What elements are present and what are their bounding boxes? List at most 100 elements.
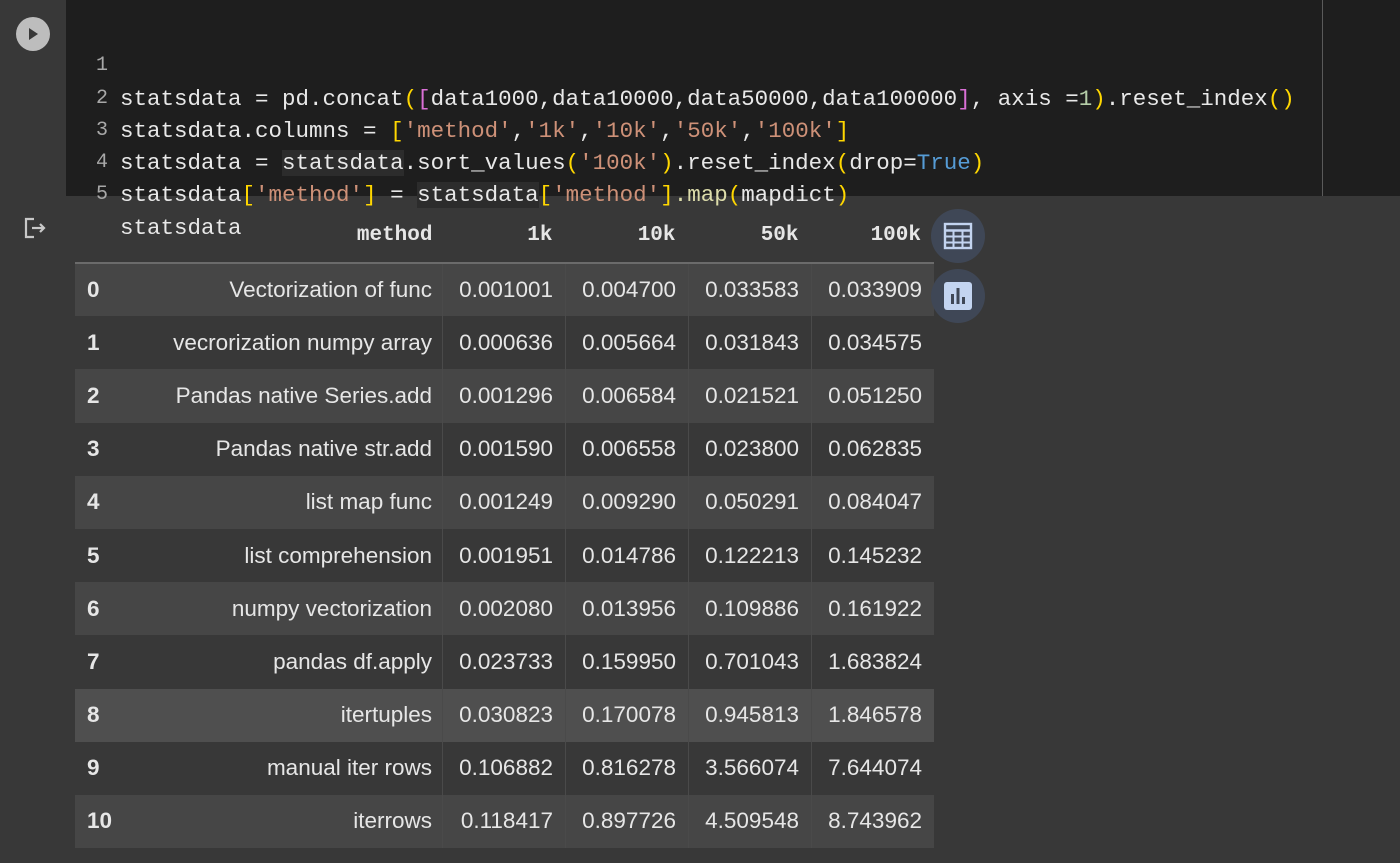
- row-index: 5: [87, 542, 100, 568]
- code-token: ,: [741, 117, 755, 144]
- code-line-2: 2 statsdata.columns = ['method','1k','10…: [66, 50, 849, 144]
- code-token: ,: [511, 117, 526, 144]
- value-cell-1k: 0.001296: [442, 369, 566, 423]
- code-token: ,: [660, 117, 674, 144]
- code-token: [: [390, 117, 404, 144]
- code-token: [: [417, 85, 431, 112]
- cell-gutter: [0, 0, 66, 196]
- code-line-4: 4 statsdata['method'] = statsdata['metho…: [66, 115, 849, 209]
- column-header-1k: 1k: [442, 209, 566, 264]
- row-index: 3: [87, 436, 100, 462]
- table-row: 2 Pandas native Series.add 0.001296 0.00…: [75, 369, 934, 423]
- value-cell-10k: 0.013956: [565, 582, 689, 636]
- code-token: mapdict: [741, 182, 836, 209]
- method-cell: list comprehension: [244, 542, 432, 568]
- value-cell-100k: 7.644074: [811, 741, 934, 795]
- method-cell: Vectorization of func: [229, 277, 432, 303]
- code-token: '10k': [592, 117, 661, 144]
- table-row: 6 numpy vectorization 0.002080 0.013956 …: [75, 582, 934, 636]
- value-cell-10k: 0.159950: [565, 635, 689, 689]
- table-row: 5 list comprehension 0.001951 0.014786 0…: [75, 528, 934, 583]
- value-cell-10k: 0.006558: [565, 422, 689, 476]
- value-cell-10k: 0.005664: [565, 316, 689, 370]
- row-index: 0: [87, 277, 100, 303]
- value-cell-100k: 0.062835: [811, 422, 934, 476]
- column-header-50k: 50k: [688, 209, 812, 264]
- value-cell-1k: 0.001590: [442, 422, 566, 476]
- table-row: 10 iterrows 0.118417 0.897726 4.509548 8…: [75, 794, 934, 849]
- table-row: 4 list map func 0.001249 0.009290 0.0502…: [75, 475, 934, 529]
- code-token: (: [403, 85, 418, 112]
- value-cell-50k: 0.109886: [688, 582, 812, 636]
- row-index: 8: [87, 702, 100, 728]
- row-index: 7: [87, 648, 100, 674]
- value-cell-1k: 0.030823: [442, 688, 566, 742]
- value-cell-100k: 1.683824: [811, 635, 934, 689]
- method-cell: numpy vectorization: [231, 595, 432, 621]
- value-cell-50k: 0.122213: [688, 528, 812, 583]
- method-cell: Pandas native Series.add: [175, 382, 432, 408]
- row-index: 2: [87, 382, 100, 408]
- value-cell-50k: 0.050291: [688, 475, 812, 529]
- value-cell-10k: 0.006584: [565, 369, 689, 423]
- value-cell-1k: 0.000636: [442, 316, 566, 370]
- value-cell-100k: 0.033909: [811, 263, 934, 317]
- code-token: 'method': [255, 182, 364, 209]
- value-cell-10k: 0.014786: [565, 528, 689, 583]
- code-token: ): [1092, 85, 1106, 112]
- value-cell-100k: 0.051250: [811, 369, 934, 423]
- line-length-ruler: [1322, 0, 1323, 196]
- value-cell-100k: 0.145232: [811, 528, 934, 583]
- code-token: ): [660, 150, 674, 177]
- code-token: (: [727, 182, 742, 209]
- value-cell-100k: 0.034575: [811, 316, 934, 370]
- table-row: 3 Pandas native str.add 0.001590 0.00655…: [75, 422, 934, 476]
- code-lines: 1 statsdata = pd.concat([data1000,data10…: [66, 18, 1295, 240]
- value-cell-10k: 0.009290: [565, 475, 689, 529]
- value-cell-10k: 0.004700: [565, 263, 689, 317]
- table-row: 1 vecrorization numpy array 0.000636 0.0…: [75, 316, 934, 370]
- clear-output-icon[interactable]: [21, 214, 49, 242]
- code-token: ]: [835, 117, 850, 144]
- code-token: .reset_index: [1105, 85, 1268, 112]
- run-cell-button[interactable]: [16, 17, 50, 51]
- table-header-row: method 1k 10k 50k 100k: [75, 209, 934, 264]
- code-editor[interactable]: 1 statsdata = pd.concat([data1000,data10…: [66, 0, 1400, 241]
- code-token: statsdata: [417, 182, 539, 209]
- row-index: 10: [87, 808, 113, 834]
- value-cell-50k: 0.945813: [688, 688, 812, 742]
- code-token: ]: [363, 182, 377, 209]
- value-cell-1k: 0.106882: [442, 741, 566, 795]
- method-cell: Pandas native str.add: [215, 436, 432, 462]
- suggest-charts-button[interactable]: [931, 269, 985, 323]
- table-row: 9 manual iter rows 0.106882 0.816278 3.5…: [75, 741, 934, 795]
- code-token: '100k': [579, 150, 661, 177]
- value-cell-50k: 0.033583: [688, 263, 812, 317]
- table-row: 8 itertuples 0.030823 0.170078 0.945813 …: [75, 688, 934, 742]
- row-index: 1: [87, 329, 100, 355]
- code-token: = pd.concat: [241, 85, 404, 112]
- value-cell-1k: 0.118417: [442, 794, 566, 849]
- row-index: 4: [87, 489, 100, 515]
- table-icon: [943, 222, 973, 250]
- code-token: [: [241, 182, 256, 209]
- code-token: .map: [673, 182, 728, 209]
- method-cell: iterrows: [353, 808, 432, 834]
- value-cell-50k: 0.023800: [688, 422, 812, 476]
- code-token: , axis =: [970, 85, 1079, 112]
- method-cell: manual iter rows: [266, 755, 432, 781]
- code-line-5: 5 statsdata: [66, 147, 242, 240]
- code-token: =: [241, 150, 283, 177]
- code-token: '50k': [673, 117, 742, 144]
- code-token: ): [970, 150, 985, 177]
- table-row: 7 pandas df.apply 0.023733 0.159950 0.70…: [75, 635, 934, 689]
- code-token: (: [565, 150, 580, 177]
- line-code: statsdata.columns = ['method','1k','10k'…: [120, 115, 849, 147]
- value-cell-100k: 0.084047: [811, 475, 934, 529]
- value-cell-10k: 0.897726: [565, 794, 689, 849]
- value-cell-50k: 0.701043: [688, 635, 812, 689]
- value-cell-100k: 8.743962: [811, 794, 934, 849]
- code-token: 'method': [403, 117, 512, 144]
- convert-to-interactive-table-button[interactable]: [931, 209, 985, 263]
- code-token: =: [376, 182, 418, 209]
